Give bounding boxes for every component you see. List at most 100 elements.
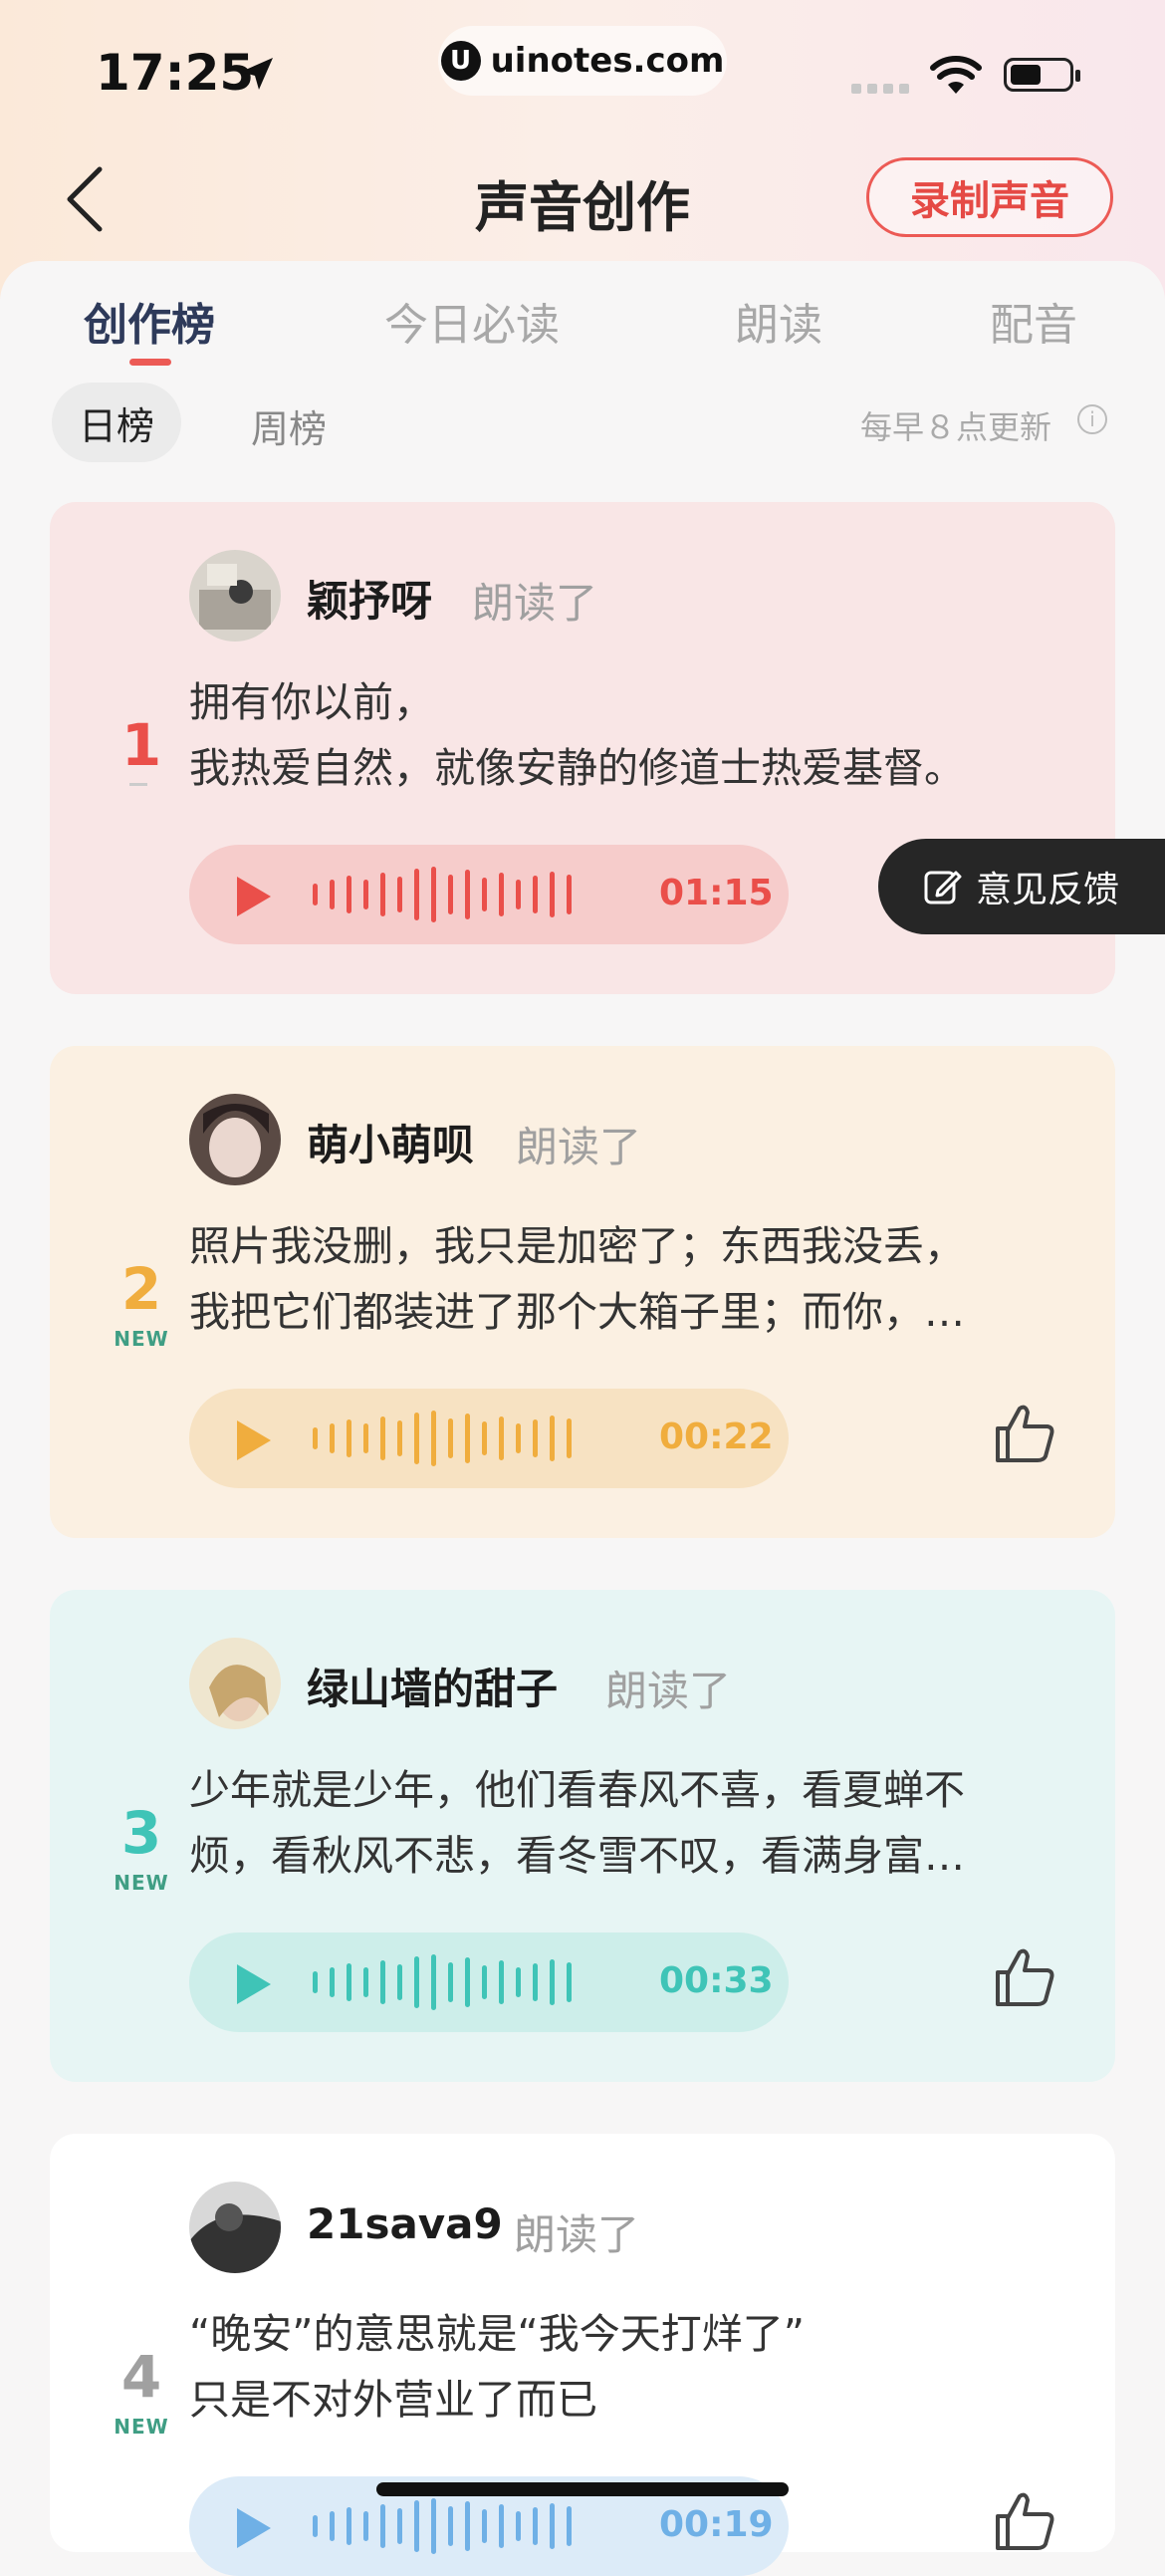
excerpt-text[interactable]: 照片我没删，我只是加密了；东西我没丢， 我把它们都装进了那个大箱子里；而你，…: [189, 1213, 1065, 1345]
waveform-bar: [397, 2508, 402, 2544]
play-icon[interactable]: [233, 2506, 273, 2550]
excerpt-text[interactable]: “晚安”的意思就是“我今天打烊了” 只是不对外营业了而已: [189, 2301, 1065, 2433]
waveform-bar: [482, 1421, 487, 1455]
new-badge: NEW: [114, 1327, 169, 1351]
waveform: [313, 867, 572, 922]
play-icon[interactable]: [233, 1418, 273, 1462]
username[interactable]: 颖抒呀: [307, 568, 432, 629]
ranking-period-tabs: 日榜 周榜 每早８点更新 i: [0, 379, 1165, 468]
waveform-bar: [465, 870, 470, 919]
waveform-bar: [499, 1417, 504, 1460]
rank-number: 1: [120, 711, 162, 779]
active-tab-indicator: [129, 359, 171, 366]
username[interactable]: 萌小萌呗: [307, 1112, 474, 1172]
waveform-bar: [380, 1960, 385, 2004]
cellular-signal-icon: [851, 84, 909, 94]
waveform-bar: [533, 1963, 538, 2001]
waveform: [313, 1411, 572, 1466]
waveform-bar: [465, 1414, 470, 1463]
avatar[interactable]: [189, 1094, 281, 1185]
waveform-bar: [448, 1962, 453, 2002]
waveform-bar: [347, 2507, 351, 2545]
status-time: 17:25: [96, 44, 255, 102]
waveform-bar: [414, 1413, 419, 1464]
nav-bar: 声音创作 录制声音: [0, 149, 1165, 249]
waveform-bar: [448, 1418, 453, 1458]
avatar[interactable]: [189, 2182, 281, 2273]
avatar[interactable]: [189, 1638, 281, 1729]
audio-player[interactable]: 00:33: [189, 1932, 789, 2032]
waveform-bar: [363, 1423, 368, 1453]
audio-duration: 00:33: [659, 1960, 774, 2001]
waveform-bar: [431, 2498, 436, 2554]
status-bar: 17:25 U uinotes.com: [0, 0, 1165, 149]
waveform-bar: [550, 1416, 555, 1461]
thumbs-up-icon[interactable]: [992, 1401, 1057, 1466]
waveform-bar: [465, 1957, 470, 2007]
ranking-card[interactable]: 3 NEW 绿山墙的甜子 朗读了 少年就是少年，他们看春风不喜，看夏蝉不 烦，看…: [50, 1590, 1115, 2082]
waveform-bar: [499, 1960, 504, 2004]
action-text: 朗读了: [516, 1123, 642, 1171]
category-tabs: 创作榜 今日必读 朗读 配音: [0, 289, 1165, 379]
waveform-bar: [550, 1959, 555, 2005]
rank-change-dash: [129, 783, 147, 786]
waveform-bar: [550, 2503, 555, 2549]
thumbs-up-icon[interactable]: [992, 2488, 1057, 2554]
record-voice-button[interactable]: 录制声音: [866, 157, 1113, 237]
waveform-bar: [567, 2506, 572, 2546]
tab-daily-reading[interactable]: 今日必读: [384, 289, 560, 353]
site-logo-icon: U: [440, 41, 481, 81]
waveform-bar: [533, 876, 538, 913]
waveform-bar: [397, 1420, 402, 1456]
tab-reading[interactable]: 朗读: [735, 289, 822, 353]
waveform-bar: [330, 2511, 335, 2541]
rank-number: 2: [120, 1255, 162, 1323]
username[interactable]: 21sava9: [307, 2199, 503, 2248]
waveform-bar: [482, 1965, 487, 1999]
play-icon[interactable]: [233, 1962, 273, 2006]
audio-duration: 01:15: [659, 873, 774, 913]
rank-number: 4: [120, 2343, 162, 2411]
info-icon[interactable]: i: [1077, 404, 1107, 434]
feedback-label: 意见反馈: [976, 870, 1120, 910]
username[interactable]: 绿山墙的甜子: [307, 1656, 558, 1716]
excerpt-text[interactable]: 少年就是少年，他们看春风不喜，看夏蝉不 烦，看秋风不悲，看冬雪不叹，看满身富…: [189, 1757, 1065, 1889]
waveform-bar: [380, 873, 385, 916]
feedback-button[interactable]: 意见反馈: [878, 839, 1165, 934]
wifi-icon: [930, 56, 982, 94]
battery-icon: [1004, 58, 1080, 92]
waveform-bar: [533, 2507, 538, 2545]
play-icon[interactable]: [233, 875, 273, 918]
waveform-bar: [567, 1962, 572, 2002]
audio-duration: 00:22: [659, 1417, 774, 1457]
tab-creation-chart[interactable]: 创作榜: [84, 289, 215, 353]
waveform-bar: [448, 875, 453, 914]
thumbs-up-icon[interactable]: [992, 1944, 1057, 2010]
waveform-bar: [499, 2504, 504, 2548]
edit-icon: [924, 871, 962, 904]
url-text: uinotes.com: [490, 41, 725, 81]
waveform-bar: [516, 2511, 521, 2541]
excerpt-line: 烦，看秋风不悲，看冬雪不叹，看满身富…: [189, 1832, 965, 1880]
audio-player[interactable]: 01:15: [189, 845, 789, 944]
waveform-bar: [431, 1954, 436, 2010]
waveform-bar: [567, 1418, 572, 1458]
excerpt-text[interactable]: 拥有你以前， 我热爱自然，就像安静的修道士热爱基督。: [189, 669, 1065, 801]
subtab-daily[interactable]: 日榜: [52, 383, 181, 462]
waveform-bar: [363, 1967, 368, 1997]
tab-dubbing[interactable]: 配音: [990, 289, 1077, 353]
url-pill[interactable]: U uinotes.com: [438, 26, 727, 96]
waveform-bar: [363, 2511, 368, 2541]
waveform-bar: [414, 869, 419, 920]
audio-player[interactable]: 00:22: [189, 1389, 789, 1488]
waveform-bar: [330, 1423, 335, 1453]
update-note: 每早８点更新: [860, 408, 1052, 446]
avatar[interactable]: [189, 550, 281, 642]
waveform-bar: [397, 877, 402, 912]
waveform-bar: [380, 1417, 385, 1460]
waveform-bar: [431, 1411, 436, 1466]
waveform-bar: [567, 875, 572, 914]
subtab-weekly[interactable]: 周榜: [251, 398, 327, 453]
location-arrow-icon: [241, 58, 273, 90]
ranking-card[interactable]: 2 NEW 萌小萌呗 朗读了 照片我没删，我只是加密了；东西我没丢， 我把它们都…: [50, 1046, 1115, 1538]
